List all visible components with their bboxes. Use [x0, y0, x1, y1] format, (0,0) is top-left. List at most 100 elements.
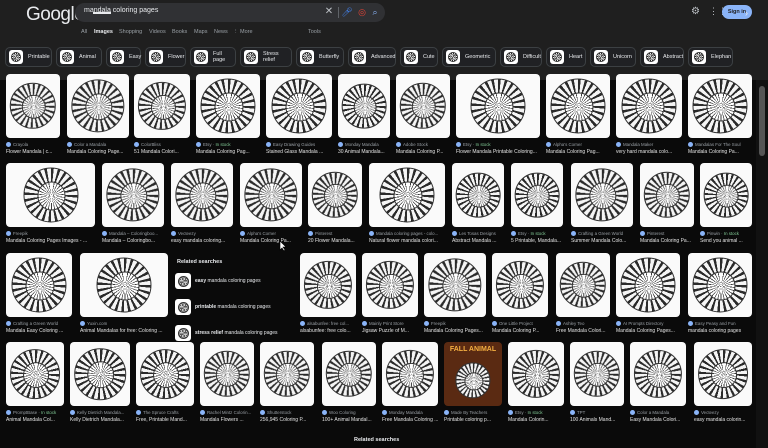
image-result[interactable]: Color a Mandala Mandala Coloring Page... — [67, 74, 129, 160]
tab-news[interactable]: News — [214, 29, 228, 35]
result-source[interactable]: Rachel Mintz Colorin... — [200, 410, 254, 416]
result-title[interactable]: Mandala Coloring Pa... — [688, 149, 752, 155]
result-title[interactable]: mandala coloring pages — [688, 328, 752, 334]
chip-printable[interactable]: Printable — [5, 47, 52, 67]
image-result[interactable]: Les Tosas Designs Abstract Mandala ... — [452, 163, 504, 249]
image-result[interactable]: Alpha's Corner Mandala Coloring Pa... — [240, 163, 302, 249]
tab-videos[interactable]: Videos — [149, 29, 166, 35]
tab-more[interactable]: ⋮ More — [233, 29, 253, 35]
result-source[interactable]: Alpha's Corner — [546, 142, 610, 148]
result-title[interactable]: Mandala Coloring Pa... — [640, 238, 694, 244]
image-result[interactable]: Vecteezy easy mandala coloring... — [171, 163, 233, 249]
result-thumbnail[interactable] — [240, 163, 302, 227]
result-title[interactable]: Summer Mandala Colo... — [571, 238, 633, 244]
result-title[interactable]: Mandala Coloring Pag... — [196, 149, 260, 155]
image-result[interactable]: alsabunfee: free col... alsabunfee: free … — [300, 253, 356, 339]
result-title[interactable]: Flower Mandala | c... — [6, 149, 60, 155]
result-source[interactable]: Les Tosas Designs — [452, 231, 504, 237]
chip-geometric[interactable]: Geometric — [442, 47, 496, 67]
result-title[interactable]: easy mandala coloring... — [171, 238, 233, 244]
result-source[interactable]: Made By Teachers — [444, 410, 502, 416]
result-source[interactable]: ColorBliss — [134, 142, 190, 148]
result-title[interactable]: Free Mandala Coloring ... — [382, 417, 438, 423]
camera-lens-icon[interactable]: ◎ — [356, 6, 368, 18]
result-title[interactable]: Mandala Coloring Pages... — [616, 328, 680, 334]
image-result[interactable]: Easy Drawing Guides Stained Glass Mandala… — [266, 74, 332, 160]
result-thumbnail[interactable] — [308, 163, 362, 227]
image-result[interactable]: Yuxin.com Animal Mandalas for free: Color… — [80, 253, 168, 339]
related-search-item[interactable]: easy mandala coloring pages — [175, 271, 299, 291]
result-source[interactable]: Pinterest — [308, 231, 362, 237]
chip-stress-relief[interactable]: Stress relief — [240, 47, 292, 67]
result-title[interactable]: 5 Printable, Mandala... — [511, 238, 563, 244]
chip-animal[interactable]: Animal — [56, 47, 102, 67]
result-source[interactable]: alsabunfee: free col... — [300, 321, 356, 327]
chip-difficult[interactable]: Difficult — [500, 47, 542, 67]
result-thumbnail[interactable] — [200, 342, 254, 406]
result-source[interactable]: Crayola — [6, 142, 60, 148]
result-thumbnail[interactable] — [688, 74, 752, 138]
image-result[interactable]: Etsy · In stock Mandala Colorin... — [508, 342, 564, 428]
image-result[interactable]: Crafting a Green World Summer Mandala Col… — [571, 163, 633, 249]
result-title[interactable]: 51 Mandala Colori... — [134, 149, 190, 155]
result-source[interactable]: Mandala Maker — [616, 142, 682, 148]
image-result[interactable]: Adobe Stock Mandala Coloring P... — [396, 74, 450, 160]
result-title[interactable]: Easy Mandala Colori... — [630, 417, 686, 423]
result-thumbnail[interactable] — [196, 74, 260, 138]
result-source[interactable]: Vecteezy — [171, 231, 233, 237]
image-result[interactable]: Pinwin · In stock Send you animal ... — [700, 163, 752, 249]
image-result[interactable]: Alpha's Corner Mandala Coloring Pag... — [546, 74, 610, 160]
result-source[interactable]: Woo Coloring — [322, 410, 376, 416]
related-search-item[interactable]: printable mandala coloring pages — [175, 297, 299, 317]
image-result[interactable]: FALL ANIMAL Made By Teachers Printable col… — [444, 342, 502, 428]
image-result[interactable]: Freepik Mandala Coloring Pages Images - .… — [6, 163, 95, 249]
tab-shopping[interactable]: Shopping — [119, 29, 142, 35]
image-result[interactable]: ColorBliss 51 Mandala Colori... — [134, 74, 190, 160]
result-thumbnail[interactable] — [6, 163, 95, 227]
image-result[interactable]: Ashley Teo Free Mandala Colori... — [556, 253, 610, 339]
image-result[interactable]: PromptBase · In stock Animal Mandala Col.… — [6, 342, 64, 428]
result-thumbnail[interactable] — [424, 253, 486, 317]
result-source[interactable]: AI Prompts Directory — [616, 321, 680, 327]
image-result[interactable]: Etsy · In stock 5 Printable, Mandala... — [511, 163, 563, 249]
result-source[interactable]: Shutterstock — [260, 410, 314, 416]
result-thumbnail[interactable] — [546, 74, 610, 138]
result-thumbnail[interactable] — [688, 253, 752, 317]
image-result[interactable]: Etsy · In stock Flower Mandala Printable … — [456, 74, 540, 160]
result-thumbnail[interactable] — [616, 74, 682, 138]
result-source[interactable]: Mandalas For The Soul — [688, 142, 752, 148]
image-result[interactable]: Easy Peasy and Fun mandala coloring pages — [688, 253, 752, 339]
result-source[interactable]: Etsy · In stock — [511, 231, 563, 237]
result-thumbnail[interactable] — [571, 163, 633, 227]
result-thumbnail[interactable] — [322, 342, 376, 406]
result-title[interactable]: Animal Mandala Col... — [6, 417, 64, 423]
scrollbar-thumb[interactable] — [759, 86, 765, 156]
result-thumbnail[interactable] — [556, 253, 610, 317]
image-result[interactable]: Freepik Mandala Coloring Pages... — [424, 253, 486, 339]
result-thumbnail[interactable] — [6, 342, 64, 406]
chip-abstract[interactable]: Abstract — [640, 47, 684, 67]
result-thumbnail[interactable]: FALL ANIMAL — [444, 342, 502, 406]
result-title[interactable]: Free, Printable Mand... — [136, 417, 194, 423]
result-source[interactable]: PromptBase · In stock — [6, 410, 64, 416]
result-title[interactable]: 20 Flower Mandala... — [308, 238, 362, 244]
related-search-item[interactable]: stress relief mandala coloring pages — [175, 323, 299, 343]
result-source[interactable]: Easy Peasy and Fun — [688, 321, 752, 327]
result-thumbnail[interactable] — [396, 74, 450, 138]
result-title[interactable]: Mandala Flowers ... — [200, 417, 254, 423]
result-title[interactable]: Printable coloring p... — [444, 417, 502, 423]
chips-scroll-right-icon[interactable]: › — [745, 8, 748, 18]
result-thumbnail[interactable] — [700, 163, 752, 227]
result-thumbnail[interactable] — [452, 163, 504, 227]
result-title[interactable]: 256,945 Coloring P... — [260, 417, 314, 423]
result-source[interactable]: The Spruce Crafts — [136, 410, 194, 416]
result-thumbnail[interactable] — [511, 163, 563, 227]
image-result[interactable]: Mandala Maker very hard mandala colo... — [616, 74, 682, 160]
image-result[interactable]: The Spruce Crafts Free, Printable Mand... — [136, 342, 194, 428]
chip-flower[interactable]: Flower — [145, 47, 186, 67]
result-source[interactable]: Pinterest — [640, 231, 694, 237]
result-source[interactable]: Kelly Dietrich Mandala... — [70, 410, 130, 416]
image-result[interactable]: Woo Coloring 100+ Animal Mandal... — [322, 342, 376, 428]
scrollbar[interactable] — [756, 80, 768, 448]
tab-images[interactable]: Images — [94, 29, 113, 35]
